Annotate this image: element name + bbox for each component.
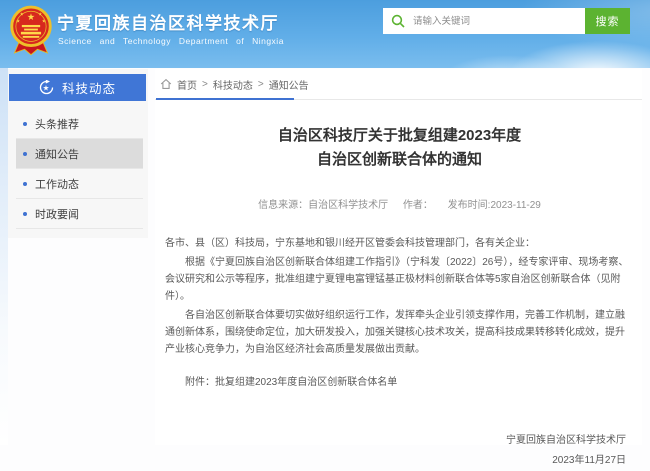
signature-org: 宁夏回族自治区科学技术厅 (165, 431, 626, 451)
home-icon (160, 78, 172, 90)
bullet-dot-icon (23, 152, 27, 156)
search-bar: 搜索 (383, 8, 630, 34)
breadcrumb: 首页 > 科技动态 > 通知公告 (155, 69, 642, 100)
site-subtitle-english: Science and Technology Department of Nin… (58, 36, 284, 46)
meta-author: 作者： (403, 200, 433, 211)
sidebar-item-label: 时政要闻 (35, 206, 79, 222)
sidebar-item-label: 头条推荐 (35, 116, 79, 132)
breadcrumb-science-news[interactable]: 科技动态 (213, 77, 253, 92)
article-meta: 信息来源：自治区科学技术厅 作者： 发布时间:2023-11-29 (165, 196, 634, 211)
search-box[interactable] (383, 8, 585, 34)
sidebar-item-label: 工作动态 (35, 176, 79, 192)
site-banner: ★ ★ ★ ★ ★ 宁夏回族自治区科学技术厅 Science and Techn… (0, 0, 650, 68)
breadcrumb-active-underline (156, 98, 294, 100)
bullet-dot-icon (23, 122, 27, 126)
sidebar-header: ★ 科技动态 (9, 74, 146, 101)
breadcrumb-separator: > (258, 79, 264, 90)
article-title-line1: 自治区科技厅关于批复组建2023年度 (165, 124, 634, 148)
sidebar-item-headlines[interactable]: 头条推荐 (16, 109, 143, 139)
meta-publish-time: 发布时间:2023-11-29 (448, 200, 541, 211)
china-national-emblem-icon: ★ ★ ★ ★ ★ (9, 2, 53, 63)
sidebar-item-work-updates[interactable]: 工作动态 (16, 169, 143, 199)
star-refresh-icon: ★ (39, 80, 54, 95)
bullet-dot-icon (23, 182, 27, 186)
sidebar-item-label: 通知公告 (35, 146, 79, 162)
meta-source: 信息来源：自治区科学技术厅 (258, 200, 388, 211)
sidebar-item-notices[interactable]: 通知公告 (16, 139, 143, 169)
svg-text:★: ★ (20, 11, 24, 16)
article-paragraph: 根据《宁夏回族自治区创新联合体组建工作指引》（宁科发〔2022〕26号），经专家… (165, 254, 634, 305)
search-icon (391, 14, 405, 28)
svg-text:★: ★ (38, 11, 42, 16)
breadcrumb-separator: > (202, 79, 208, 90)
left-background-strip (0, 68, 8, 445)
breadcrumb-home[interactable]: 首页 (177, 77, 197, 92)
article: 自治区科技厅关于批复组建2023年度 自治区创新联合体的通知 信息来源：自治区科… (155, 124, 642, 471)
svg-text:★: ★ (16, 19, 20, 24)
sidebar-science-news: ★ 科技动态 头条推荐 通知公告 工作动态 时政要闻 (8, 69, 148, 238)
site-title: 宁夏回族自治区科学技术厅 (57, 9, 279, 34)
svg-text:★: ★ (27, 12, 35, 22)
article-paragraph: 各自治区创新联合体要切实做好组织运行工作，发挥牵头企业引领支撑作用，完善工作机制… (165, 307, 634, 358)
signature-block: 宁夏回族自治区科学技术厅 2023年11月27日 (165, 431, 634, 471)
sidebar-item-political-news[interactable]: 时政要闻 (16, 199, 143, 229)
search-input[interactable] (411, 15, 585, 28)
breadcrumb-notices[interactable]: 通知公告 (269, 77, 309, 92)
article-body: 各市、县（区）科技局，宁东基地和银川经开区管委会科技管理部门，各有关企业： 根据… (165, 235, 634, 358)
sidebar-menu: 头条推荐 通知公告 工作动态 时政要闻 (8, 109, 148, 229)
article-title-line2: 自治区创新联合体的通知 (165, 148, 634, 172)
article-paragraph: 各市、县（区）科技局，宁东基地和银川经开区管委会科技管理部门，各有关企业： (165, 235, 634, 252)
article-title: 自治区科技厅关于批复组建2023年度 自治区创新联合体的通知 (165, 124, 634, 172)
sidebar-header-label: 科技动态 (62, 78, 116, 97)
signature-date: 2023年11月27日 (165, 451, 626, 471)
svg-text:★: ★ (43, 84, 51, 93)
attachment-line: 附件：批复组建2023年度自治区创新联合体名单 (165, 374, 634, 391)
svg-text:★: ★ (42, 19, 46, 24)
main-content-card: 首页 > 科技动态 > 通知公告 自治区科技厅关于批复组建2023年度 自治区创… (155, 69, 642, 445)
bullet-dot-icon (23, 212, 27, 216)
search-button[interactable]: 搜索 (585, 8, 630, 34)
